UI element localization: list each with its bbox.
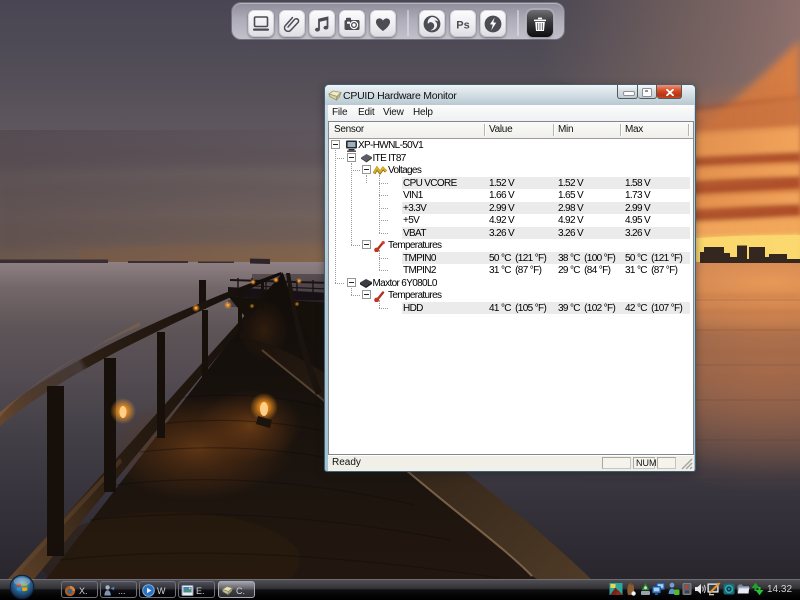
svg-text:Ps: Ps (456, 19, 469, 31)
